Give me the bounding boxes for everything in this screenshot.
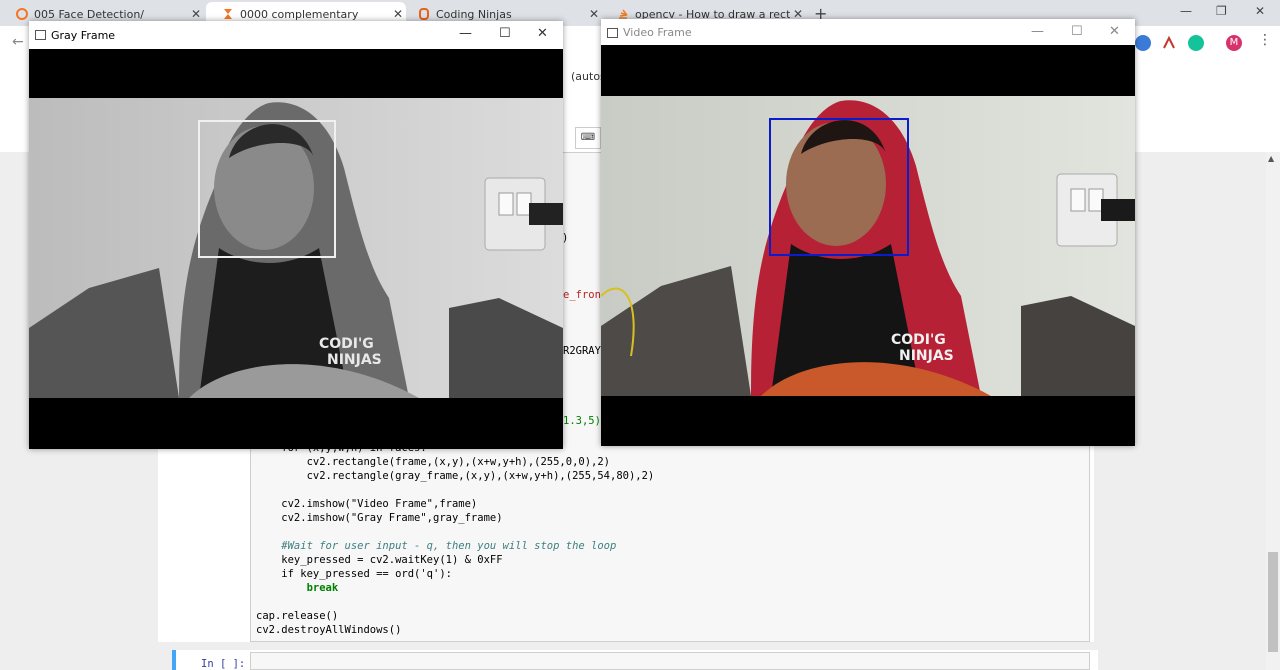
minimize-icon[interactable]: —: [459, 26, 472, 41]
tab-label: Coding Ninjas: [436, 7, 512, 21]
tab-label: 005 Face Detection/: [34, 7, 145, 21]
code-fragment: e_fron: [563, 289, 601, 301]
maximize-icon[interactable]: ☐: [1071, 24, 1083, 39]
close-icon[interactable]: ✕: [537, 26, 548, 41]
code-comment: #Wait for user input - q, then you will …: [256, 540, 617, 552]
code-line: cv2.destroyAllWindows(): [256, 624, 402, 636]
window-titlebar[interactable]: Video Frame — ☐ ✕: [601, 19, 1135, 45]
close-icon[interactable]: ✕: [1109, 24, 1120, 39]
color-video-frame: CODI'G NINJAS: [601, 96, 1135, 396]
svg-text:CODI'G: CODI'G: [891, 332, 946, 348]
menu-icon[interactable]: ⋮: [1258, 32, 1272, 48]
grammarly-icon[interactable]: [1188, 35, 1204, 51]
pdf-icon[interactable]: [1161, 35, 1177, 51]
tab-label: 0000 complementary: [240, 7, 359, 21]
maximize-button[interactable]: ❐: [1216, 4, 1227, 18]
code-fragment: 1.3,5): [563, 415, 601, 427]
profile-avatar[interactable]: M: [1226, 35, 1242, 51]
code-line: cv2.rectangle(gray_frame,(x,y),(x+w,y+h)…: [256, 470, 655, 482]
coding-ninjas-icon: [418, 8, 430, 20]
extension-icon[interactable]: [1135, 35, 1151, 51]
cell-prompt: In [ ]:: [201, 658, 246, 670]
window-title: Gray Frame: [51, 29, 116, 42]
gray-video-frame: CODI'G NINJAS: [29, 98, 563, 398]
back-arrow-icon[interactable]: ←: [12, 34, 24, 50]
svg-text:CODI'G: CODI'G: [319, 336, 374, 352]
scroll-thumb[interactable]: [1268, 552, 1278, 652]
window-titlebar[interactable]: Gray Frame — ☐ ✕: [29, 21, 563, 49]
scroll-up-icon[interactable]: ▲: [1268, 154, 1274, 163]
code-line: key_pressed = cv2.waitKey(1) & 0xFF: [256, 554, 503, 566]
code-line: cap.release(): [256, 610, 339, 622]
window-title: Video Frame: [623, 26, 692, 39]
video-frame-window[interactable]: Video Frame — ☐ ✕ CODI'G NINJAS: [601, 19, 1135, 446]
code-text: for (x,y,w,h) in faces: cv2.rectangle(fr…: [256, 441, 654, 637]
face-detection-box: [769, 118, 909, 256]
minimize-icon[interactable]: —: [1031, 24, 1044, 39]
code-keyword: break: [256, 582, 339, 594]
app-icon: [607, 28, 618, 38]
close-icon[interactable]: ✕: [188, 7, 204, 21]
code-line: cv2.imshow("Video Frame",frame): [256, 498, 478, 510]
gray-frame-window[interactable]: Gray Frame — ☐ ✕ CODI'G NINJAS: [29, 21, 563, 449]
close-icon[interactable]: ✕: [586, 7, 602, 21]
maximize-icon[interactable]: ☐: [499, 26, 511, 41]
svg-text:NINJAS: NINJAS: [327, 352, 382, 368]
code-line: if key_pressed == ord('q'):: [256, 568, 452, 580]
svg-text:NINJAS: NINJAS: [899, 348, 954, 364]
code-fragment: R2GRAY: [563, 345, 601, 357]
app-icon: [35, 30, 46, 40]
keyboard-icon[interactable]: ⌨: [575, 127, 601, 149]
code-line: cv2.rectangle(frame,(x,y),(x+w,y+h),(255…: [256, 456, 611, 468]
cell-input[interactable]: [250, 652, 1090, 670]
hourglass-icon: [222, 8, 234, 20]
code-line: cv2.imshow("Gray Frame",gray_frame): [256, 512, 503, 524]
jupyter-icon: [16, 8, 28, 20]
minimize-button[interactable]: —: [1180, 4, 1192, 18]
close-window-button[interactable]: ✕: [1255, 4, 1265, 18]
face-detection-box: [198, 120, 336, 258]
